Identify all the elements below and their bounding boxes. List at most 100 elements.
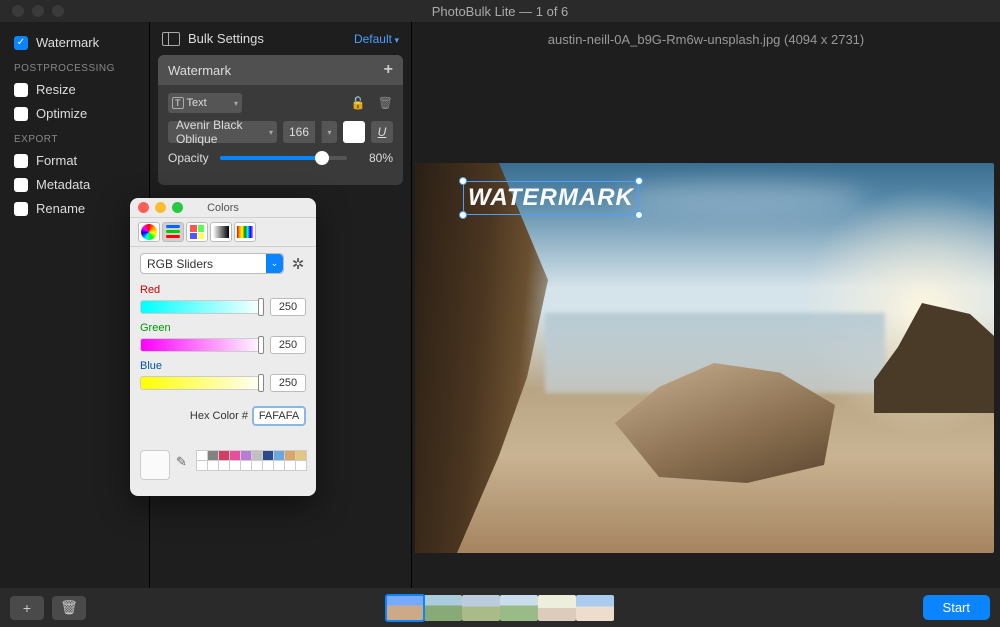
resize-handle[interactable] [459,177,467,185]
sidebar-item-format[interactable]: Format [12,150,137,171]
eyedropper-icon[interactable]: ✎ [176,450,190,474]
layout-icon[interactable] [162,32,180,46]
add-files-button[interactable]: + [10,596,44,620]
sidebar-item-resize[interactable]: Resize [12,79,137,100]
close-icon[interactable] [138,202,149,213]
trash-icon[interactable]: 🗑 [378,96,393,110]
sidebar-item-watermark[interactable]: ✓ Watermark [12,32,137,53]
sidebar-label: Format [36,153,77,168]
image-canvas[interactable]: WATERMARK [415,163,994,553]
blue-label: Blue [140,360,306,372]
panel-title: Bulk Settings [188,31,264,46]
blue-slider[interactable] [140,376,264,390]
swatch-grid [196,450,306,470]
add-watermark-button[interactable]: + [384,61,393,79]
resize-handle[interactable] [635,211,643,219]
thumbnail[interactable] [576,595,614,621]
start-button[interactable]: Start [923,595,990,620]
watermark-selection[interactable]: WATERMARK [463,181,639,215]
sidebar-item-metadata[interactable]: Metadata [12,174,137,195]
window-title: PhotoBulk Lite — 1 of 6 [432,4,569,19]
opacity-label: Opacity [168,151,214,165]
thumbnail[interactable] [462,595,500,621]
sidebar-label: Metadata [36,177,90,192]
thumbnail[interactable] [424,595,462,621]
sliders-icon [166,225,180,239]
thumbnail[interactable] [500,595,538,621]
hex-label: Hex Color # [190,410,248,422]
thumbnail-strip [386,595,614,621]
resize-handle[interactable] [635,177,643,185]
green-value[interactable]: 250 [270,336,306,354]
palette-icon [190,225,204,239]
resize-handle[interactable] [459,211,467,219]
checkbox-icon[interactable] [14,83,28,97]
opacity-value: 80% [353,151,393,165]
thumbnail[interactable] [386,595,424,621]
underline-button[interactable]: U [371,121,393,143]
sidebar-item-rename[interactable]: Rename [12,198,137,219]
gear-icon[interactable]: ✲ [290,253,306,274]
card-title: Watermark [168,63,231,78]
bottom-toolbar: + 🗑 Start [0,588,1000,627]
window-min-dot[interactable] [32,5,44,17]
color-spectrum-tab[interactable] [210,222,232,242]
red-slider[interactable] [140,300,264,314]
green-slider[interactable] [140,338,264,352]
red-value[interactable]: 250 [270,298,306,316]
red-label: Red [140,284,306,296]
window-close-dot[interactable] [12,5,24,17]
blue-value[interactable]: 250 [270,374,306,392]
color-sliders-tab[interactable] [162,222,184,242]
sidebar-header-post: POSTPROCESSING [14,63,137,74]
checkbox-icon[interactable] [14,202,28,216]
font-size-input[interactable] [283,121,315,143]
minimize-icon[interactable] [155,202,166,213]
stepper-icon[interactable]: ▾ [321,121,337,143]
color-palette-tab[interactable] [186,222,208,242]
sidebar-header-export: EXPORT [14,134,137,145]
sidebar-label: Optimize [36,106,87,121]
color-pencils-tab[interactable] [234,222,256,242]
thumbnail[interactable] [538,595,576,621]
delete-button[interactable]: 🗑 [52,596,86,620]
slider-thumb[interactable] [258,298,264,316]
watermark-text[interactable]: WATERMARK [464,182,638,214]
color-wheel-icon [141,224,157,240]
watermark-type-select[interactable]: T Text ▾ [168,93,242,113]
font-label: Avenir Black Oblique [176,118,269,146]
font-select[interactable]: Avenir Black Oblique ▾ [168,121,277,143]
hex-input[interactable]: FAFAFA [252,406,306,426]
zoom-icon[interactable] [172,202,183,213]
lock-icon[interactable]: 🔓 [351,96,366,110]
swatch[interactable] [295,460,307,471]
watermark-card: Watermark + T Text ▾ 🔓 🗑 Avenir Black Ob… [158,55,403,185]
slider-mode-select[interactable]: RGB Sliders ⌄ [140,253,284,274]
type-label: Text [187,97,207,109]
chevron-updown-icon: ⌄ [266,254,283,273]
green-label: Green [140,322,306,334]
preview-pane: austin-neill-0A_b9G-Rm6w-unsplash.jpg (4… [412,22,1000,588]
slider-thumb[interactable] [315,151,329,165]
slider-thumb[interactable] [258,374,264,392]
checkbox-icon[interactable]: ✓ [14,36,28,50]
slider-thumb[interactable] [258,336,264,354]
colors-title: Colors [207,202,239,214]
checkbox-icon[interactable] [14,107,28,121]
checkbox-icon[interactable] [14,178,28,192]
window-titlebar: PhotoBulk Lite — 1 of 6 [0,0,1000,22]
preset-dropdown[interactable]: Default [354,32,399,46]
chevron-updown-icon: ▾ [269,128,273,137]
chevron-updown-icon: ▾ [234,99,238,108]
current-color-well[interactable] [140,450,170,480]
opacity-slider[interactable] [220,156,347,160]
colors-titlebar[interactable]: Colors [130,198,316,218]
color-wheel-tab[interactable] [138,222,160,242]
color-swatch[interactable] [343,121,365,143]
window-max-dot[interactable] [52,5,64,17]
colors-panel[interactable]: Colors RGB Sliders ⌄ ✲ Red 250 Green 250… [130,198,316,496]
checkbox-icon[interactable] [14,154,28,168]
sidebar-item-optimize[interactable]: Optimize [12,103,137,124]
slider-mode-label: RGB Sliders [147,257,213,271]
sidebar-label: Rename [36,201,85,216]
